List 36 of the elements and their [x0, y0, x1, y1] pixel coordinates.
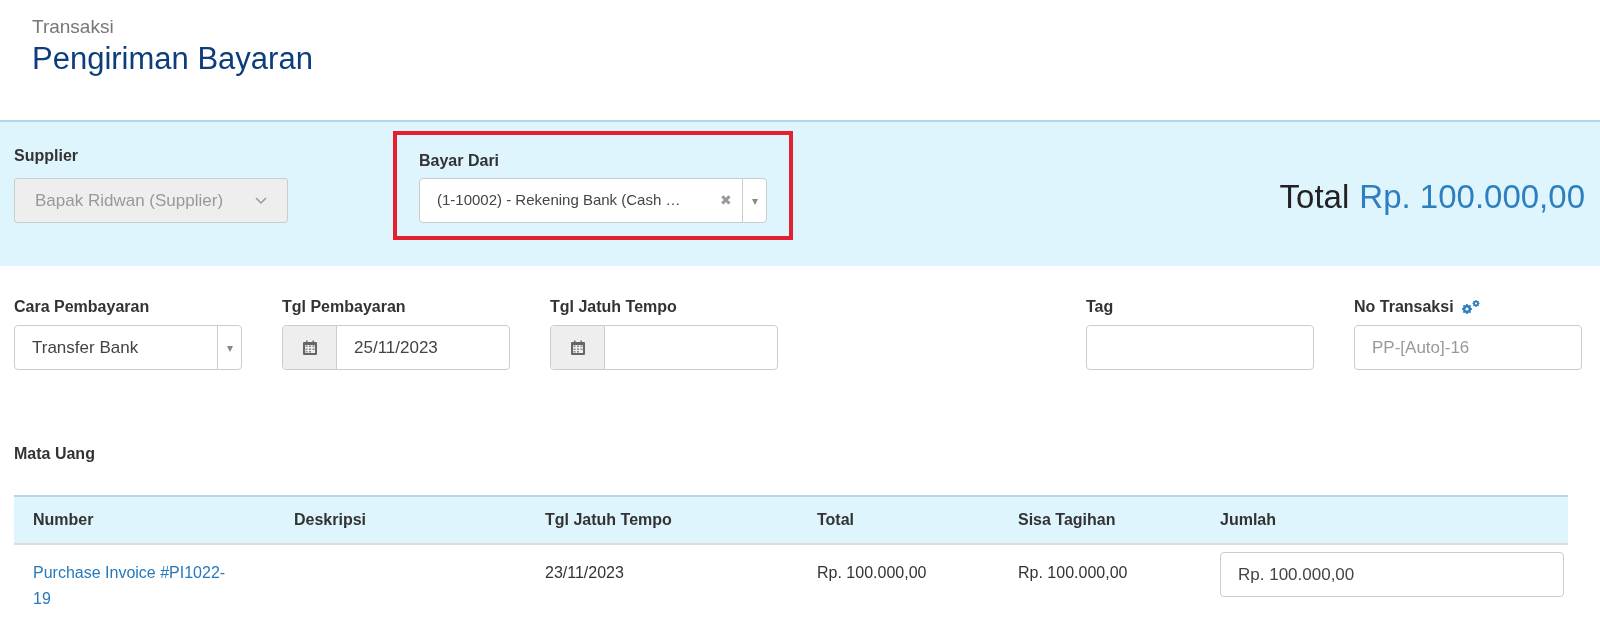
payment-method-select[interactable]: Transfer Bank ▾ [14, 325, 242, 370]
calendar-icon [301, 339, 318, 356]
column-header: Deskripsi [293, 510, 368, 530]
table-cell-text: Rp. 100.000,00 [816, 563, 928, 583]
field-label: Tag [1086, 297, 1114, 317]
invoice-link[interactable]: Purchase Invoice #PI1022-19 [33, 560, 227, 612]
field-label: Cara Pembayaran [14, 297, 150, 317]
date-field[interactable] [550, 325, 778, 370]
table-cell-text: 23/11/2023 [544, 563, 625, 583]
amount-field[interactable]: Rp. 100.000,00 [1220, 552, 1564, 597]
total-label: Total [1279, 177, 1350, 217]
breadcrumb: Transaksi [32, 15, 115, 39]
currency-label: Mata Uang [13, 444, 96, 462]
field-label: No Transaksi [1354, 297, 1454, 317]
calendar-button[interactable] [551, 326, 605, 369]
column-header: Sisa Tagihan [1017, 510, 1117, 530]
text-field[interactable]: PP-[Auto]-16 [1354, 325, 1582, 370]
column-header: Total [816, 510, 856, 530]
column-header: Tgl Jatuh Tempo [544, 510, 673, 530]
column-header: Number [32, 510, 95, 530]
column-header: Jumlah [1219, 510, 1277, 530]
chevron-down-icon [255, 196, 267, 205]
dropdown-button[interactable]: ▾ [742, 179, 766, 222]
date-field[interactable]: 25/11/2023 [282, 325, 510, 370]
calendar-icon [569, 339, 586, 356]
total-amount: Rp. 100.000,00 [1359, 177, 1585, 217]
field-label: Supplier [14, 146, 79, 166]
settings-icon[interactable] [1459, 299, 1482, 315]
field-label: Tgl Pembayaran [282, 297, 406, 317]
field-label: Tgl Jatuh Tempo [550, 297, 677, 317]
text-field[interactable] [1086, 325, 1314, 370]
account-select[interactable]: (1-10002) - Rekening Bank (Cash … ✖ ▾ [419, 178, 767, 223]
field-label: Bayar Dari [419, 151, 501, 171]
calendar-button[interactable] [283, 326, 337, 369]
page-title: Pengiriman Bayaran [32, 40, 314, 78]
table-cell-text: Rp. 100.000,00 [1017, 563, 1129, 583]
